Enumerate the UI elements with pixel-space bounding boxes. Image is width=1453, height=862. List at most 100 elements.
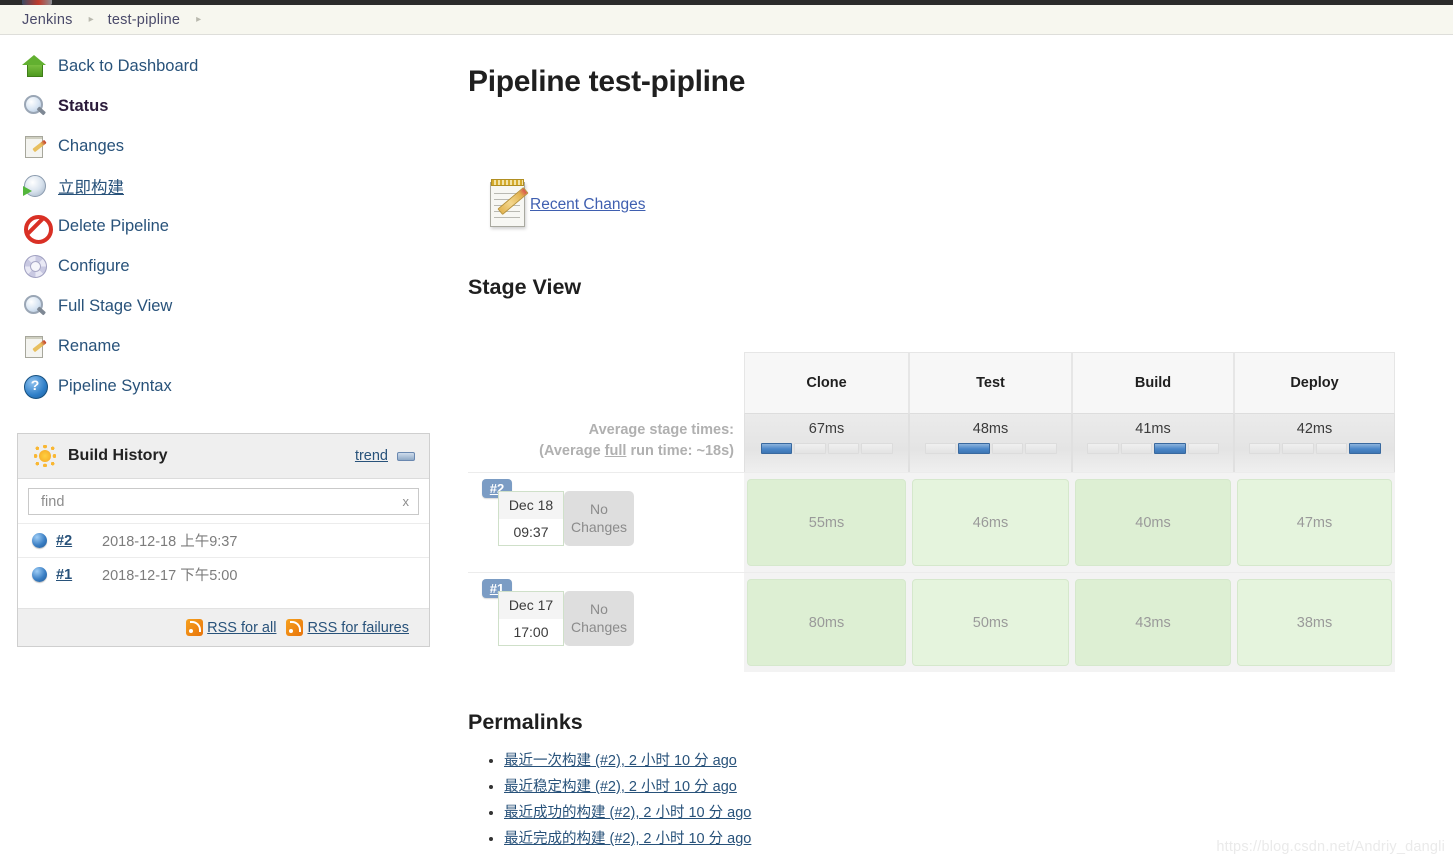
- sidebar-item-label: Delete Pipeline: [58, 216, 169, 235]
- list-item: 最近一次构建 (#2), 2 小时 10 分 ago: [504, 749, 1368, 770]
- breadcrumb-item-jenkins[interactable]: Jenkins: [22, 12, 73, 28]
- stage-cell[interactable]: 40ms: [1072, 472, 1234, 572]
- search-input[interactable]: [39, 492, 403, 511]
- build-number-link[interactable]: #1: [56, 567, 102, 583]
- build-row-info: #1 Dec 17 17:00 No Changes: [468, 572, 744, 672]
- stage-duration-bar: [1248, 443, 1381, 454]
- stage-cell[interactable]: 38ms: [1234, 572, 1395, 672]
- stage-cell[interactable]: 46ms: [909, 472, 1072, 572]
- stage-duration: 46ms: [912, 479, 1069, 566]
- build-number-link[interactable]: #2: [56, 533, 102, 549]
- build-history-title: Build History: [68, 447, 168, 464]
- sidebar-item-full-stage-view[interactable]: Full Stage View: [0, 286, 452, 326]
- rss-icon: [186, 619, 204, 636]
- build-history-find-wrap: x: [18, 479, 429, 523]
- sidebar-item-label: Status: [58, 96, 109, 115]
- stage-duration: 40ms: [1075, 479, 1231, 566]
- build-history-footer: RSS for all RSS for failures: [18, 608, 429, 646]
- stage-duration: 80ms: [747, 579, 906, 666]
- build-history-find-box[interactable]: x: [28, 488, 419, 515]
- build-history-header: Build History trend: [18, 434, 429, 479]
- stage-cell[interactable]: 50ms: [909, 572, 1072, 672]
- build-history-row[interactable]: #2 2018-12-18 上午9:37: [18, 523, 429, 557]
- chevron-right-icon-2[interactable]: ▸: [196, 14, 201, 25]
- build-changes-badge[interactable]: No Changes: [564, 491, 634, 546]
- build-row-info: #2 Dec 18 09:37 No Changes: [468, 472, 744, 572]
- deny-icon: [22, 213, 53, 244]
- sidebar-item-status[interactable]: Status: [0, 86, 452, 126]
- notepad-pencil-icon: [22, 133, 48, 159]
- build-history-panel: Build History trend x #2 2018-12-18 上午9:…: [17, 433, 430, 647]
- average-time: 48ms: [972, 421, 1009, 437]
- sidebar-item-pipeline-syntax[interactable]: Pipeline Syntax: [0, 366, 452, 406]
- notepad-pencil-icon: [22, 333, 48, 359]
- build-history-row[interactable]: #1 2018-12-17 下午5:00: [18, 557, 429, 591]
- stage-duration: 50ms: [912, 579, 1069, 666]
- permalink-last-completed-build[interactable]: 最近完成的构建 (#2), 2 小时 10 分 ago: [504, 831, 751, 847]
- stage-cell[interactable]: 80ms: [744, 572, 909, 672]
- permalink-last-successful-build[interactable]: 最近成功的构建 (#2), 2 小时 10 分 ago: [504, 805, 751, 821]
- permalink-last-build[interactable]: 最近一次构建 (#2), 2 小时 10 分 ago: [504, 753, 737, 769]
- stage-duration: 55ms: [747, 479, 906, 566]
- breadcrumb-item-project[interactable]: test-pipline: [108, 12, 181, 28]
- stage-duration: 47ms: [1237, 479, 1392, 566]
- rss-icon: [286, 619, 304, 636]
- permalinks-heading: Permalinks: [468, 710, 583, 734]
- stage-duration-bar: [924, 443, 1057, 454]
- arrow-up-icon: [22, 53, 48, 79]
- average-cell-build: 41ms: [1072, 414, 1234, 472]
- sidebar-item-rename[interactable]: Rename: [0, 326, 452, 366]
- rss-for-failures-link[interactable]: RSS for failures: [307, 620, 409, 636]
- sidebar-item-back-to-dashboard[interactable]: Back to Dashboard: [0, 46, 452, 86]
- sidebar-item-configure[interactable]: Configure: [0, 246, 452, 286]
- permalinks-list: 最近一次构建 (#2), 2 小时 10 分 ago 最近稳定构建 (#2), …: [468, 749, 1368, 848]
- average-time: 41ms: [1135, 421, 1171, 437]
- stage-cell[interactable]: 43ms: [1072, 572, 1234, 672]
- permalink-last-stable-build[interactable]: 最近稳定构建 (#2), 2 小时 10 分 ago: [504, 779, 737, 795]
- sidebar-item-label: Rename: [58, 336, 121, 355]
- stage-duration: 43ms: [1075, 579, 1231, 666]
- stage-cell[interactable]: 55ms: [744, 472, 909, 572]
- build-date-box[interactable]: Dec 18 09:37: [498, 491, 564, 546]
- collapse-icon[interactable]: [397, 451, 415, 461]
- stage-cell[interactable]: 47ms: [1234, 472, 1395, 572]
- build-changes-badge[interactable]: No Changes: [564, 591, 634, 646]
- build-meta: Dec 18 09:37 No Changes: [498, 491, 634, 546]
- build-day: Dec 18: [499, 492, 563, 519]
- sidebar-item-build-now[interactable]: 立即构建: [0, 166, 452, 206]
- stage-header-clone[interactable]: Clone: [744, 352, 909, 414]
- average-time: 67ms: [808, 421, 845, 437]
- trend-link[interactable]: trend: [355, 448, 388, 464]
- sidebar-item-label: Back to Dashboard: [58, 56, 199, 75]
- status-ball-icon: [32, 567, 47, 582]
- average-cell-test: 48ms: [909, 414, 1072, 472]
- list-item: 最近成功的构建 (#2), 2 小时 10 分 ago: [504, 801, 1368, 822]
- magnifier-icon: [22, 93, 48, 119]
- stage-duration-bar: [1087, 443, 1219, 454]
- recent-changes-link[interactable]: Recent Changes: [530, 196, 645, 214]
- sidebar-item-changes[interactable]: Changes: [0, 126, 452, 166]
- watermark: https://blog.csdn.net/Andriy_dangli: [1216, 839, 1445, 855]
- stage-header-deploy[interactable]: Deploy: [1234, 352, 1395, 414]
- stage-duration: 38ms: [1237, 579, 1392, 666]
- average-cell-clone: 67ms: [744, 414, 909, 472]
- close-icon[interactable]: x: [403, 494, 410, 509]
- sun-icon: [34, 445, 56, 467]
- sidebar-item-label: Pipeline Syntax: [58, 376, 172, 395]
- build-timestamp: 2018-12-18 上午9:37: [102, 534, 238, 550]
- page-title: Pipeline test-pipline: [468, 65, 746, 98]
- notepad-pencil-icon: [468, 177, 529, 233]
- stage-header-test[interactable]: Test: [909, 352, 1072, 414]
- sidebar-item-label: Full Stage View: [58, 296, 173, 315]
- sidebar-item-delete-pipeline[interactable]: Delete Pipeline: [0, 206, 452, 246]
- sidebar-item-label: Changes: [58, 136, 125, 155]
- build-meta: Dec 17 17:00 No Changes: [498, 591, 634, 646]
- clock-play-icon: [22, 173, 48, 199]
- average-cell-deploy: 42ms: [1234, 414, 1395, 472]
- magnifier-icon: [22, 293, 48, 319]
- stage-header-build[interactable]: Build: [1072, 352, 1234, 414]
- rss-for-all-link[interactable]: RSS for all: [207, 620, 276, 636]
- sidebar-item-label: 立即构建: [58, 179, 124, 197]
- recent-changes-row: Recent Changes: [468, 177, 1453, 233]
- build-date-box[interactable]: Dec 17 17:00: [498, 591, 564, 646]
